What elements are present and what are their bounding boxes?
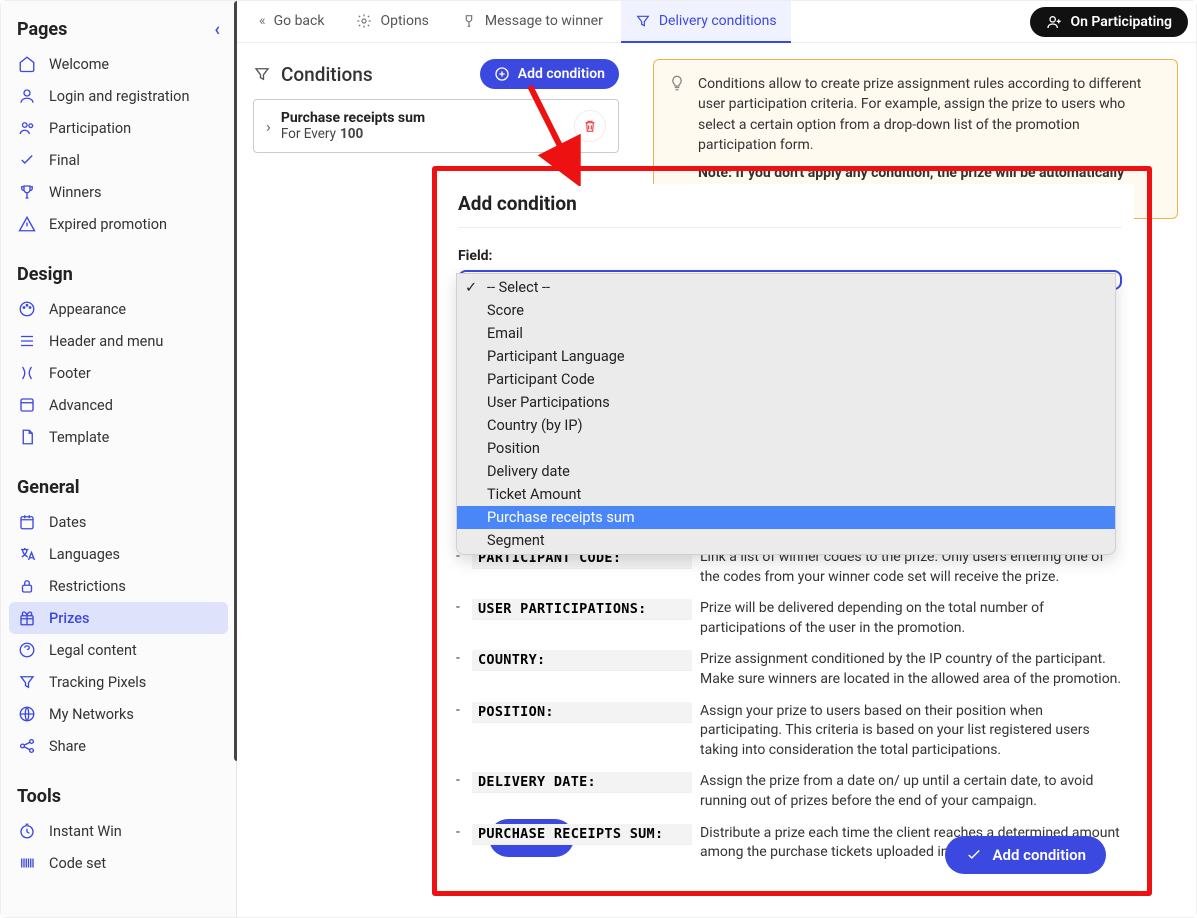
filter-icon xyxy=(253,65,271,83)
nav-tracking[interactable]: Tracking Pixels xyxy=(9,666,228,698)
footer-icon xyxy=(17,363,37,383)
nav-final[interactable]: Final xyxy=(9,144,228,176)
dropdown-option[interactable]: Country (by IP) xyxy=(457,414,1115,437)
confirm-add-condition-button[interactable]: Add condition xyxy=(945,836,1106,874)
nav-welcome[interactable]: Welcome xyxy=(9,48,228,80)
user-icon xyxy=(17,86,37,106)
calendar-icon xyxy=(17,512,37,532)
palette-icon xyxy=(17,299,37,319)
field-dropdown[interactable]: -- Select --ScoreEmailParticipant Langua… xyxy=(456,273,1116,555)
nav-expired[interactable]: Expired promotion xyxy=(9,208,228,240)
trash-icon xyxy=(582,118,598,134)
notice-text: Conditions allow to create prize assignm… xyxy=(698,74,1161,155)
globe-icon xyxy=(17,704,37,724)
nav-languages[interactable]: Languages xyxy=(9,538,228,570)
dropdown-option[interactable]: Participant Code xyxy=(457,368,1115,391)
nav-header-menu[interactable]: Header and menu xyxy=(9,325,228,357)
section-general-title: General xyxy=(9,471,228,506)
nav-share[interactable]: Share xyxy=(9,730,228,762)
user-plus-icon xyxy=(1046,14,1062,30)
chevron-right-icon: › xyxy=(266,117,271,136)
nav-template[interactable]: Template xyxy=(9,421,228,453)
condition-card-sub: For Every100 xyxy=(281,126,425,142)
advanced-icon xyxy=(17,395,37,415)
definition-row: -DELIVERY DATE:Assign the prize from a d… xyxy=(456,770,1126,821)
conditions-title: Conditions xyxy=(253,63,373,86)
nav-participation[interactable]: Participation xyxy=(9,112,228,144)
gift-icon xyxy=(17,608,37,628)
nav-networks[interactable]: My Networks xyxy=(9,698,228,730)
dropdown-option[interactable]: Segment xyxy=(457,529,1115,552)
filter-icon xyxy=(635,13,651,29)
section-tools-title: Tools xyxy=(9,780,228,815)
trophy-icon xyxy=(461,13,477,29)
template-icon xyxy=(17,427,37,447)
nav-advanced[interactable]: Advanced xyxy=(9,389,228,421)
dropdown-option[interactable]: Ticket Amount xyxy=(457,483,1115,506)
nav-instant-win[interactable]: Instant Win xyxy=(9,815,228,847)
share-icon xyxy=(17,736,37,756)
dropdown-option[interactable]: Participant Language xyxy=(457,345,1115,368)
modal-title: Add condition xyxy=(458,192,1122,228)
top-tabs: «Go back Options Message to winner Deliv… xyxy=(237,1,1196,43)
dropdown-option[interactable]: Email xyxy=(457,322,1115,345)
condition-card[interactable]: › Purchase receipts sum For Every100 xyxy=(253,99,619,153)
dropdown-option[interactable]: Delivery date xyxy=(457,460,1115,483)
gear-icon xyxy=(356,13,372,29)
languages-icon xyxy=(17,544,37,564)
check-icon xyxy=(17,150,37,170)
nav-dates[interactable]: Dates xyxy=(9,506,228,538)
section-pages-title: Pages ‹ xyxy=(9,13,228,48)
field-definitions: -PARTICIPANT CODE:Link a list of winner … xyxy=(456,546,1126,873)
section-design-title: Design xyxy=(9,258,228,293)
barcode-icon xyxy=(17,853,37,873)
add-condition-button[interactable]: Add condition xyxy=(480,59,619,89)
nav-code-set[interactable]: Code set xyxy=(9,847,228,879)
nav-login[interactable]: Login and registration xyxy=(9,80,228,112)
condition-card-title: Purchase receipts sum xyxy=(281,110,425,126)
lock-icon xyxy=(17,576,37,596)
nav-footer[interactable]: Footer xyxy=(9,357,228,389)
chevrons-left-icon: « xyxy=(259,13,266,29)
warning-icon xyxy=(17,214,37,234)
dropdown-option[interactable]: Purchase receipts sum xyxy=(457,506,1115,529)
check-icon xyxy=(965,846,983,864)
tab-delivery-conditions[interactable]: Delivery conditions xyxy=(621,1,791,43)
definition-row: -POSITION:Assign your prize to users bas… xyxy=(456,700,1126,771)
tab-go-back[interactable]: «Go back xyxy=(245,1,338,43)
definition-row: -COUNTRY:Prize assignment conditioned by… xyxy=(456,648,1126,699)
definition-row: -USER PARTICIPATIONS:Prize will be deliv… xyxy=(456,597,1126,648)
field-label: Field: xyxy=(458,248,1122,264)
clock-icon xyxy=(17,821,37,841)
lightbulb-icon xyxy=(668,74,686,92)
dropdown-option[interactable]: Score xyxy=(457,299,1115,322)
funnel-icon xyxy=(17,672,37,692)
home-icon xyxy=(17,54,37,74)
collapse-icon[interactable]: ‹ xyxy=(214,19,220,40)
delete-condition-button[interactable] xyxy=(574,110,606,142)
tab-message[interactable]: Message to winner xyxy=(447,1,617,43)
plus-circle-icon xyxy=(494,66,510,82)
participating-badge[interactable]: On Participating xyxy=(1030,7,1188,37)
sidebar: Pages ‹ Welcome Login and registration P… xyxy=(1,1,237,917)
users-icon xyxy=(17,118,37,138)
nav-restrictions[interactable]: Restrictions xyxy=(9,570,228,602)
nav-appearance[interactable]: Appearance xyxy=(9,293,228,325)
dropdown-option[interactable]: Position xyxy=(457,437,1115,460)
nav-prizes[interactable]: Prizes xyxy=(9,602,228,634)
dropdown-option[interactable]: -- Select -- xyxy=(457,276,1115,299)
nav-winners[interactable]: Winners xyxy=(9,176,228,208)
trophy-icon xyxy=(17,182,37,202)
legal-icon xyxy=(17,640,37,660)
menu-icon xyxy=(17,331,37,351)
nav-legal[interactable]: Legal content xyxy=(9,634,228,666)
dropdown-option[interactable]: User Participations xyxy=(457,391,1115,414)
tab-options[interactable]: Options xyxy=(342,1,442,43)
